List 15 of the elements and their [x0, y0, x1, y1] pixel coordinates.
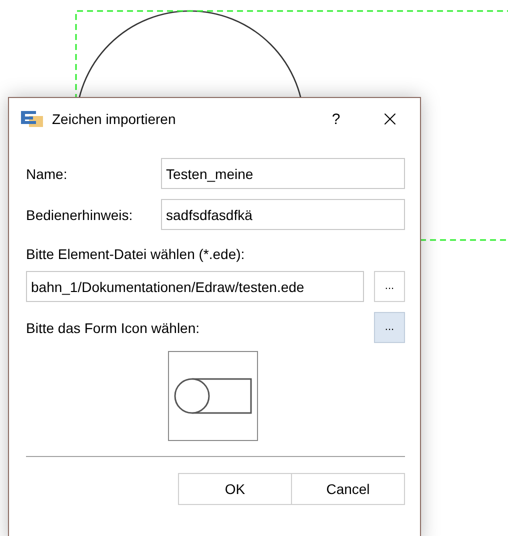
field-label: Bedienerhinweis: [26, 206, 134, 222]
input-field[interactable]: Testen_meine [161, 158, 405, 189]
file-label: Bitte Element-Datei wählen (*.ede): [26, 246, 246, 262]
icon-label: Bitte das Form Icon wählen: [26, 320, 201, 336]
ok-button[interactable]: OK [178, 473, 292, 505]
app-icon [21, 111, 43, 127]
window-title: Zeichen importieren [52, 111, 177, 127]
browse-button[interactable]: ... [374, 271, 405, 302]
input-field[interactable]: sadfsdfasdfkä [161, 199, 405, 230]
cancel-button[interactable]: Cancel [291, 473, 405, 505]
toggle-shape-icon [172, 376, 252, 416]
help-button[interactable]: ? [312, 103, 360, 135]
browse-button[interactable]: ... [374, 312, 405, 343]
field-label: Name: [26, 166, 68, 182]
file-path-field[interactable]: bahn_1/Dokumentationen/Edraw/testen.ede [26, 271, 364, 302]
